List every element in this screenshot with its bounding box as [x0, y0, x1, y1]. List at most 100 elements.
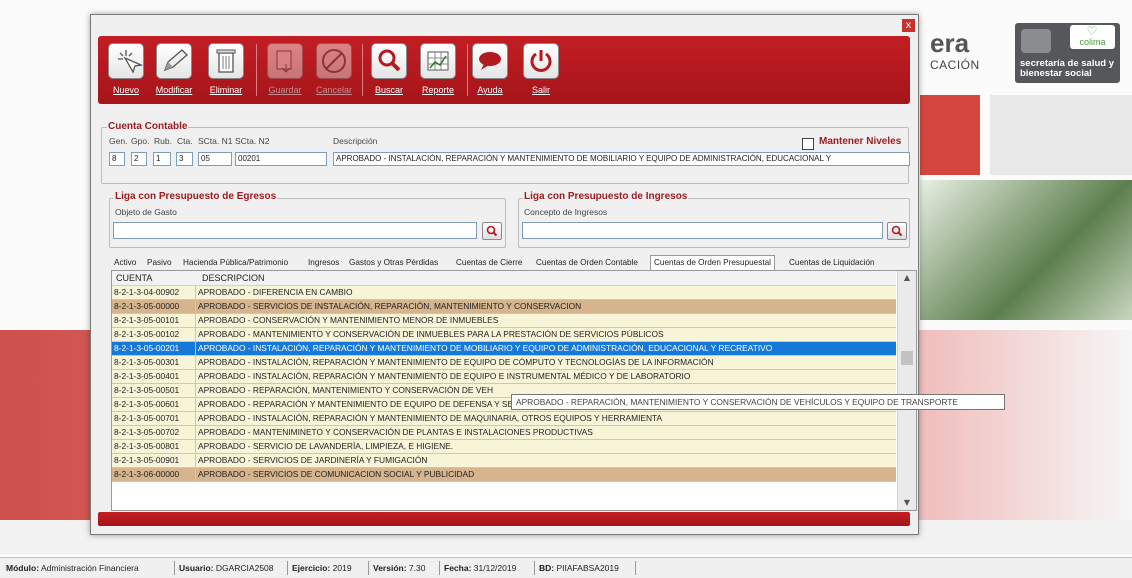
table-row[interactable]: 8-2-1-3-05-00102 APROBADO - MANTENIMIENTO…	[112, 328, 896, 342]
objeto-gasto-label: Objeto de Gasto	[115, 207, 177, 217]
heart-icon: ♡	[1086, 24, 1098, 38]
save-label: Guardar	[268, 85, 302, 95]
cell-separator	[195, 328, 196, 341]
cell-cuenta: 8-2-1-3-05-00901	[114, 455, 180, 465]
save-icon	[267, 43, 303, 79]
save-button[interactable]: Guardar	[260, 43, 310, 95]
close-button[interactable]: x	[902, 19, 915, 32]
search-icon	[486, 225, 498, 237]
new-label: Nuevo	[112, 85, 139, 95]
cell-separator	[195, 314, 196, 327]
accounts-grid: CUENTA DESCRIPCION 8-2-1-3-04-00902 APROB…	[111, 270, 917, 511]
concepto-ingresos-field[interactable]	[522, 222, 883, 239]
gen-field[interactable]: 8	[109, 152, 125, 166]
background-photo	[920, 180, 1132, 320]
gpo-header: Gpo.	[131, 136, 150, 146]
exit-button[interactable]: Salir	[516, 43, 566, 95]
table-row[interactable]: 8-2-1-3-05-00101 APROBADO - CONSERVACIÓN …	[112, 314, 896, 328]
mantener-niveles-checkbox[interactable]	[802, 138, 814, 150]
toolbar-separator	[362, 44, 363, 96]
status-ejercicio: Ejercicio: 2019	[292, 563, 352, 573]
ingresos-title: Liga con Presupuesto de Ingresos	[523, 191, 689, 202]
vertical-scrollbar[interactable]: ▲ ▼	[897, 271, 916, 510]
objeto-gasto-search-button[interactable]	[482, 222, 502, 240]
status-separator	[439, 561, 440, 575]
tab-orden-contable[interactable]: Cuentas de Orden Contable	[533, 256, 641, 269]
cell-cuenta: 8-2-1-3-05-00701	[114, 413, 180, 423]
tab-hacienda[interactable]: Hacienda Pública/Patrimonio	[180, 256, 291, 269]
scroll-up-icon[interactable]: ▲	[898, 271, 916, 285]
scta-n2-header: SCta. N2	[235, 136, 270, 146]
cell-descripcion: APROBADO - CONSERVACIÓN Y MANTENIMIENTO …	[198, 315, 499, 325]
scroll-thumb[interactable]	[901, 351, 913, 365]
cell-cuenta: 8-2-1-3-04-00902	[114, 287, 180, 297]
tab-activo[interactable]: Activo	[111, 256, 139, 269]
modify-label: Modificar	[155, 85, 193, 95]
tab-liquidacion[interactable]: Cuentas de Liquidación	[786, 256, 878, 269]
cell-descripcion: APROBADO - DIFERENCIA EN CAMBIO	[198, 287, 353, 297]
cta-field[interactable]: 3	[176, 152, 193, 166]
table-row[interactable]: 8-2-1-3-05-00000 APROBADO - SERVICIOS DE …	[112, 300, 896, 314]
cell-descripcion: APROBADO - MANTENIMINETO Y CONSERVACIÓN …	[198, 427, 593, 437]
table-row[interactable]: 8-2-1-3-06-00000 APROBADO - SERVICIOS DE …	[112, 468, 896, 482]
cell-separator	[195, 398, 196, 411]
pencil-icon	[156, 43, 192, 79]
cancel-button[interactable]: Cancelar	[309, 43, 359, 95]
table-row[interactable]: 8-2-1-3-05-00702 APROBADO - MANTENIMINETO…	[112, 426, 896, 440]
help-button[interactable]: Ayuda	[465, 43, 515, 95]
table-row[interactable]: 8-2-1-3-05-00301 APROBADO - INSTALACIÓN, …	[112, 356, 896, 370]
column-header-descripcion[interactable]: DESCRIPCION	[202, 271, 265, 285]
cell-descripcion: APROBADO - INSTALACIÓN, REPARACIÓN Y MAN…	[198, 343, 773, 353]
status-fecha: Fecha: 31/12/2019	[444, 563, 517, 573]
column-header-cuenta[interactable]: CUENTA	[116, 271, 152, 285]
new-button[interactable]: Nuevo	[101, 43, 151, 95]
background-title: era	[930, 28, 970, 58]
objeto-gasto-field[interactable]	[113, 222, 477, 239]
new-cursor-icon	[108, 43, 144, 79]
status-version: Versión: 7.30	[373, 563, 426, 573]
cell-separator	[195, 412, 196, 425]
cell-separator	[195, 440, 196, 453]
table-row[interactable]: 8-2-1-3-05-00701 APROBADO - INSTALACIÓN, …	[112, 412, 896, 426]
cancel-icon	[316, 43, 352, 79]
cell-cuenta: 8-2-1-3-05-00000	[114, 301, 180, 311]
tab-cuentas-cierre[interactable]: Cuentas de Cierre	[453, 256, 525, 269]
cell-separator	[195, 370, 196, 383]
cell-descripcion: APROBADO - INSTALACIÓN, REPARACIÓN Y MAN…	[198, 413, 663, 423]
window-titlebar: x	[91, 15, 918, 35]
tab-ingresos[interactable]: Ingresos	[305, 256, 342, 269]
tab-orden-presupuestal[interactable]: Cuentas de Orden Presupuestal	[650, 255, 775, 270]
tab-gastos[interactable]: Gastos y Otras Pérdidas	[346, 256, 441, 269]
table-row[interactable]: 8-2-1-3-04-00902 APROBADO - DIFERENCIA EN…	[112, 286, 896, 300]
background-subtitle: CACIÓN	[930, 58, 980, 72]
delete-button[interactable]: Eliminar	[201, 43, 251, 95]
status-separator	[534, 561, 535, 575]
cell-separator	[195, 454, 196, 467]
tab-pasivo[interactable]: Pasivo	[144, 256, 175, 269]
description-field[interactable]: APROBADO - INSTALACIÓN, REPARACIÓN Y MAN…	[333, 152, 910, 166]
gpo-field[interactable]: 2	[131, 152, 147, 166]
cell-separator	[195, 426, 196, 439]
delete-label: Eliminar	[209, 85, 243, 95]
toolbar-separator	[256, 44, 257, 96]
cancel-label: Cancelar	[315, 85, 353, 95]
scta-n1-field[interactable]: 05	[198, 152, 232, 166]
search-button[interactable]: Buscar	[364, 43, 414, 95]
scroll-down-icon[interactable]: ▼	[898, 496, 916, 510]
report-button[interactable]: Reporte	[413, 43, 463, 95]
search-label: Buscar	[374, 85, 403, 95]
cell-cuenta: 8-2-1-3-05-00102	[114, 329, 180, 339]
concepto-ingresos-search-button[interactable]	[887, 222, 907, 240]
cuenta-contable-title: Cuenta Contable	[107, 121, 189, 132]
table-row[interactable]: 8-2-1-3-05-00901 APROBADO - SERVICIOS DE …	[112, 454, 896, 468]
table-row[interactable]: 8-2-1-3-05-00401 APROBADO - INSTALACIÓN, …	[112, 370, 896, 384]
scta-n2-field[interactable]: 00201	[235, 152, 327, 166]
concepto-ingresos-label: Concepto de Ingresos	[524, 207, 608, 217]
cell-cuenta: 8-2-1-3-05-00601	[114, 399, 180, 409]
table-row[interactable]: 8-2-1-3-05-00801 APROBADO - SERVICIO DE L…	[112, 440, 896, 454]
cell-cuenta: 8-2-1-3-05-00301	[114, 357, 180, 367]
rub-field[interactable]: 1	[153, 152, 171, 166]
modify-button[interactable]: Modificar	[149, 43, 199, 95]
table-row[interactable]: 8-2-1-3-05-00201 APROBADO - INSTALACIÓN, …	[112, 342, 896, 356]
cell-descripcion: APROBADO - SERVICIOS DE INSTALACIÓN, REP…	[198, 301, 582, 311]
